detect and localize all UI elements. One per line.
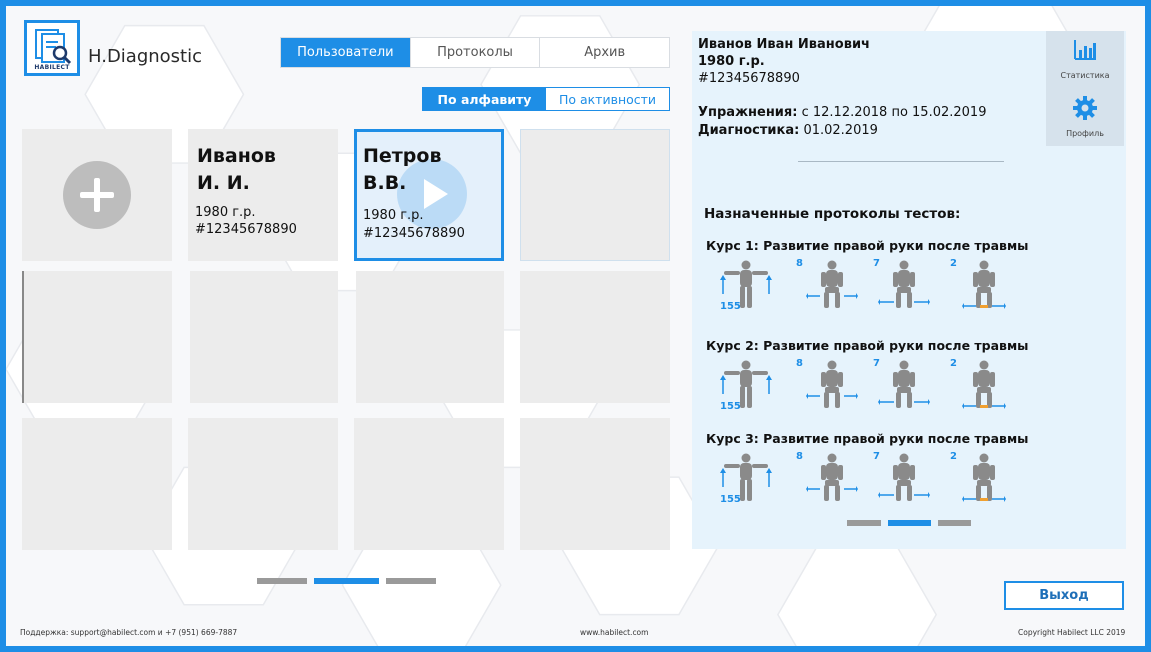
add-user-button[interactable] xyxy=(22,129,172,261)
exercise-count: 7 xyxy=(873,358,880,369)
exercise-count: 8 xyxy=(796,258,803,269)
user-surname: Иванов xyxy=(197,145,276,167)
pager-dot[interactable] xyxy=(847,520,881,526)
user-id: #12345678890 xyxy=(363,226,465,241)
standing-balance-figure-icon xyxy=(962,360,1006,409)
tab-archive[interactable]: Архив xyxy=(540,38,669,67)
exercise-count: 7 xyxy=(873,258,880,269)
course-title: Курс 3: Развитие правой руки после травм… xyxy=(706,431,1029,446)
side-actions: Статистика Профиль xyxy=(1046,31,1124,146)
user-initials: И. И. xyxy=(197,172,250,194)
exercises-value: с 12.12.2018 по 15.02.2019 xyxy=(797,105,987,120)
footer-copyright: Copyright Habilect LLC 2019 xyxy=(1018,628,1126,637)
app-logo: HABILECT xyxy=(24,20,80,76)
footer-support: Поддержка: support@habilect.com и +7 (95… xyxy=(20,628,238,637)
exercise-count: 8 xyxy=(796,451,803,462)
empty-card xyxy=(520,271,670,403)
squat-figure-icon xyxy=(878,453,930,501)
user-birth-year: 1980 г.р. xyxy=(195,205,256,220)
diagnostics-value: 01.02.2019 xyxy=(799,123,878,138)
exercise-count: 7 xyxy=(873,451,880,462)
footer-site[interactable]: www.habilect.com xyxy=(580,628,648,637)
exercise-count: 155 xyxy=(720,401,741,412)
user-initials: В.В. xyxy=(363,172,407,194)
exercise-count: 155 xyxy=(720,301,741,312)
empty-card xyxy=(22,271,172,403)
squat-figure-icon xyxy=(878,260,930,308)
course-title: Курс 2: Развитие правой руки после травм… xyxy=(706,338,1029,353)
empty-card xyxy=(354,418,504,550)
empty-card xyxy=(520,129,670,261)
empty-card xyxy=(190,271,338,403)
user-card-selected[interactable]: Петров В.В. 1980 г.р. #12345678890 xyxy=(354,129,504,261)
diagnostic-logo-icon xyxy=(35,29,72,65)
statistics-button[interactable]: Статистика xyxy=(1046,37,1124,80)
empty-card xyxy=(188,418,338,550)
main-tabs: Пользователи Протоколы Архив xyxy=(280,37,670,68)
tab-users[interactable]: Пользователи xyxy=(281,38,411,67)
pager-dot[interactable] xyxy=(938,520,971,526)
user-name: Иванов И. И. xyxy=(197,143,276,197)
empty-card xyxy=(22,418,172,550)
plus-icon xyxy=(63,161,131,229)
logo-text: HABILECT xyxy=(34,64,70,71)
standing-balance-figure-icon xyxy=(962,453,1006,502)
pager-dot[interactable] xyxy=(257,578,307,584)
user-id: #12345678890 xyxy=(195,222,297,237)
sort-alphabetical-button[interactable]: По алфавиту xyxy=(423,88,546,110)
patient-id: #12345678890 xyxy=(698,71,800,86)
seated-figure-icon xyxy=(806,260,858,308)
patient-birth-year: 1980 г.р. xyxy=(698,54,765,69)
exercise-count: 8 xyxy=(796,358,803,369)
standing-balance-figure-icon xyxy=(962,260,1006,309)
patient-diagnostics: Диагностика: 01.02.2019 xyxy=(698,123,878,138)
bar-chart-icon xyxy=(1074,40,1096,60)
exercise-count: 2 xyxy=(950,258,957,269)
empty-card xyxy=(520,418,670,550)
seated-figure-icon xyxy=(806,360,858,408)
gear-icon xyxy=(1073,96,1097,120)
patient-exercises: Упражнения: с 12.12.2018 по 15.02.2019 xyxy=(698,105,986,120)
pager-dot-active[interactable] xyxy=(314,578,379,584)
squat-figure-icon xyxy=(878,360,930,408)
app-title: H.Diagnostic xyxy=(88,46,203,67)
exercise-count: 155 xyxy=(720,494,741,505)
seated-figure-icon xyxy=(806,453,858,501)
diagnostics-label: Диагностика: xyxy=(698,123,800,138)
pager-dot[interactable] xyxy=(386,578,436,584)
sort-activity-button[interactable]: По активности xyxy=(546,88,669,110)
pager-dot-active[interactable] xyxy=(888,520,931,526)
user-name: Петров В.В. xyxy=(363,143,441,197)
patient-name: Иванов Иван Иванович xyxy=(698,37,870,52)
exercise-count: 2 xyxy=(950,451,957,462)
empty-card xyxy=(356,271,504,403)
profile-button[interactable]: Профиль xyxy=(1046,95,1124,138)
user-surname: Петров xyxy=(363,145,442,167)
panel-divider xyxy=(798,161,1004,162)
user-card[interactable]: Иванов И. И. 1980 г.р. #12345678890 xyxy=(188,129,338,261)
exercise-count: 2 xyxy=(950,358,957,369)
exercises-label: Упражнения: xyxy=(698,105,798,120)
user-birth-year: 1980 г.р. xyxy=(363,208,424,223)
profile-label: Профиль xyxy=(1066,129,1104,138)
course-title: Курс 1: Развитие правой руки после травм… xyxy=(706,238,1029,253)
exit-button[interactable]: Выход xyxy=(1004,581,1124,610)
statistics-label: Статистика xyxy=(1060,71,1110,80)
sort-toggle: По алфавиту По активности xyxy=(422,87,670,111)
tab-protocols[interactable]: Протоколы xyxy=(411,38,541,67)
protocols-title: Назначенные протоколы тестов: xyxy=(704,206,961,222)
